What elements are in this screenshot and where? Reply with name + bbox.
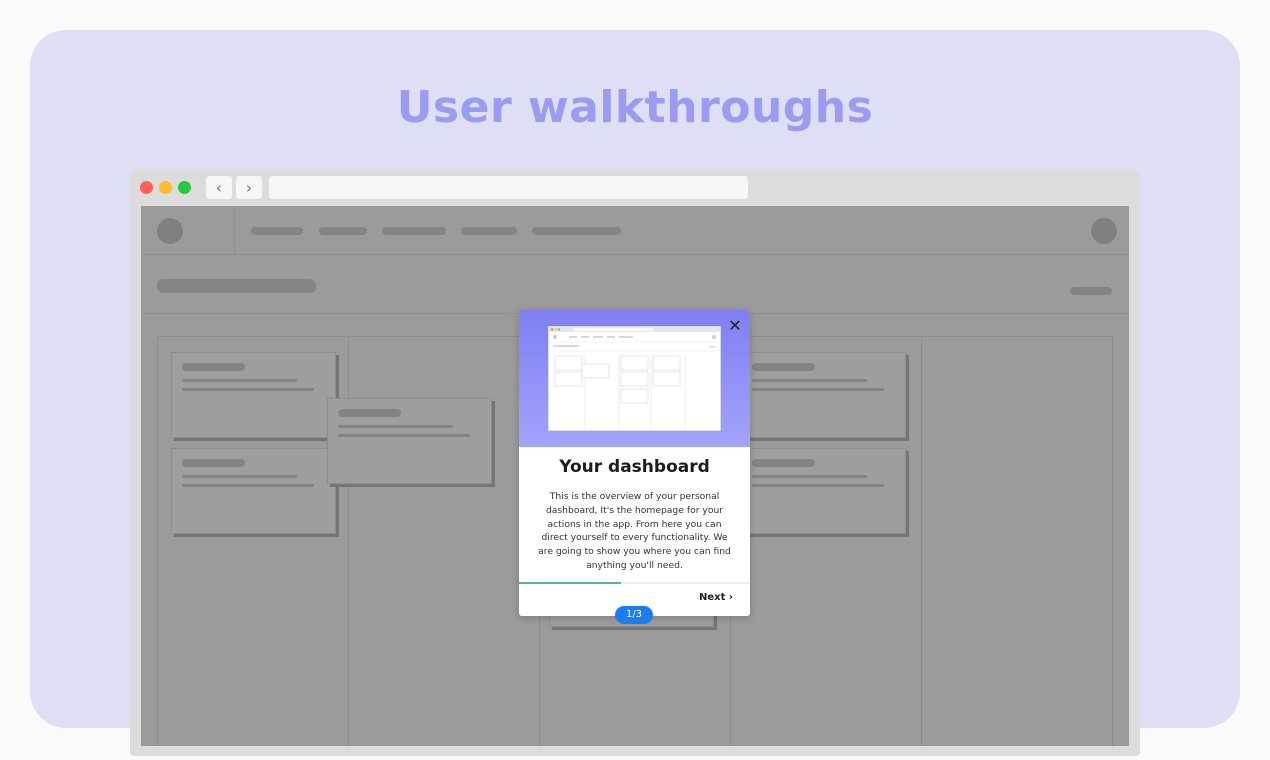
progress-bar	[519, 582, 621, 584]
walkthrough-title: Your dashboard	[559, 457, 710, 477]
close-icon[interactable]: ✕	[726, 317, 744, 335]
next-button[interactable]: Next ›	[699, 592, 733, 603]
chevron-right-icon: ›	[245, 178, 253, 197]
progress-track	[519, 582, 750, 584]
close-window-dot[interactable]	[140, 181, 153, 194]
dashboard-preview-image	[548, 326, 721, 431]
walkthrough-description: This is the overview of your personal da…	[538, 491, 731, 571]
modal-illustration: ✕	[519, 310, 750, 447]
maximize-window-dot[interactable]	[178, 181, 191, 194]
walkthrough-modal: ✕ Your dashboard This is the overview of…	[519, 310, 750, 624]
back-button[interactable]: ‹	[206, 176, 232, 199]
forward-button[interactable]: ›	[236, 176, 262, 199]
minimize-window-dot[interactable]	[159, 181, 172, 194]
page-title: User walkthroughs	[396, 82, 874, 133]
step-indicator-badge: 1/3	[615, 606, 653, 624]
chevron-left-icon: ‹	[215, 178, 223, 197]
address-bar[interactable]	[269, 176, 748, 199]
